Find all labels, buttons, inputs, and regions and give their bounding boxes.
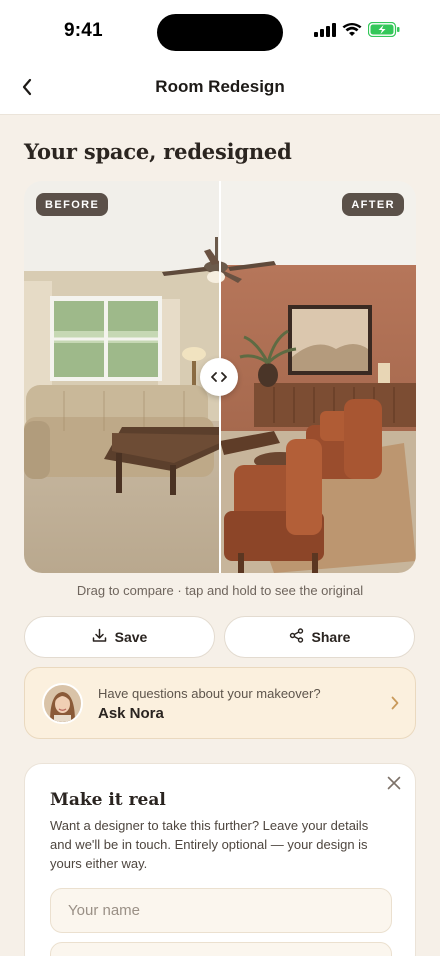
nora-name: Ask Nora	[98, 705, 164, 722]
before-after-comparison[interactable]: BEFORE AFTER	[24, 181, 416, 573]
save-button[interactable]: Save	[24, 616, 215, 658]
contact-input[interactable]	[50, 942, 392, 956]
status-bar: 9:41	[0, 0, 440, 64]
compare-drag-handle[interactable]	[200, 358, 238, 396]
share-icon	[289, 628, 304, 646]
battery-charging-icon	[367, 21, 400, 42]
dynamic-island	[157, 14, 283, 51]
ask-nora-card[interactable]: Have questions about your makeover? Ask …	[24, 667, 416, 739]
navigation-bar: Room Redesign	[0, 64, 440, 115]
chevron-right-icon	[391, 696, 399, 715]
close-button[interactable]	[383, 774, 405, 796]
page-title: Room Redesign	[155, 77, 285, 96]
status-icons	[314, 21, 400, 42]
nora-question: Have questions about your makeover?	[98, 686, 321, 701]
after-room-photo	[220, 181, 416, 573]
make-it-real-title: Make it real	[50, 790, 166, 810]
after-badge: AFTER	[342, 193, 404, 216]
make-it-real-description: Want a designer to take this further? Le…	[50, 818, 369, 871]
nora-avatar	[42, 683, 83, 724]
share-label: Share	[311, 629, 351, 645]
arrows-left-right-icon	[211, 372, 227, 382]
share-button[interactable]: Share	[224, 616, 415, 658]
close-icon	[387, 776, 401, 795]
compare-hint: Drag to compare · tap and hold to see th…	[76, 583, 364, 598]
name-input[interactable]	[50, 888, 392, 933]
cellular-signal-icon	[314, 22, 336, 42]
download-icon	[92, 628, 107, 646]
section-headline: Your space, redesigned	[24, 139, 292, 164]
status-time: 9:41	[64, 20, 103, 41]
make-it-real-card: Make it real Want a designer to take thi…	[24, 763, 416, 956]
before-badge: BEFORE	[36, 193, 109, 216]
before-room-photo	[24, 181, 220, 573]
save-label: Save	[114, 629, 148, 645]
wifi-icon	[342, 22, 362, 42]
